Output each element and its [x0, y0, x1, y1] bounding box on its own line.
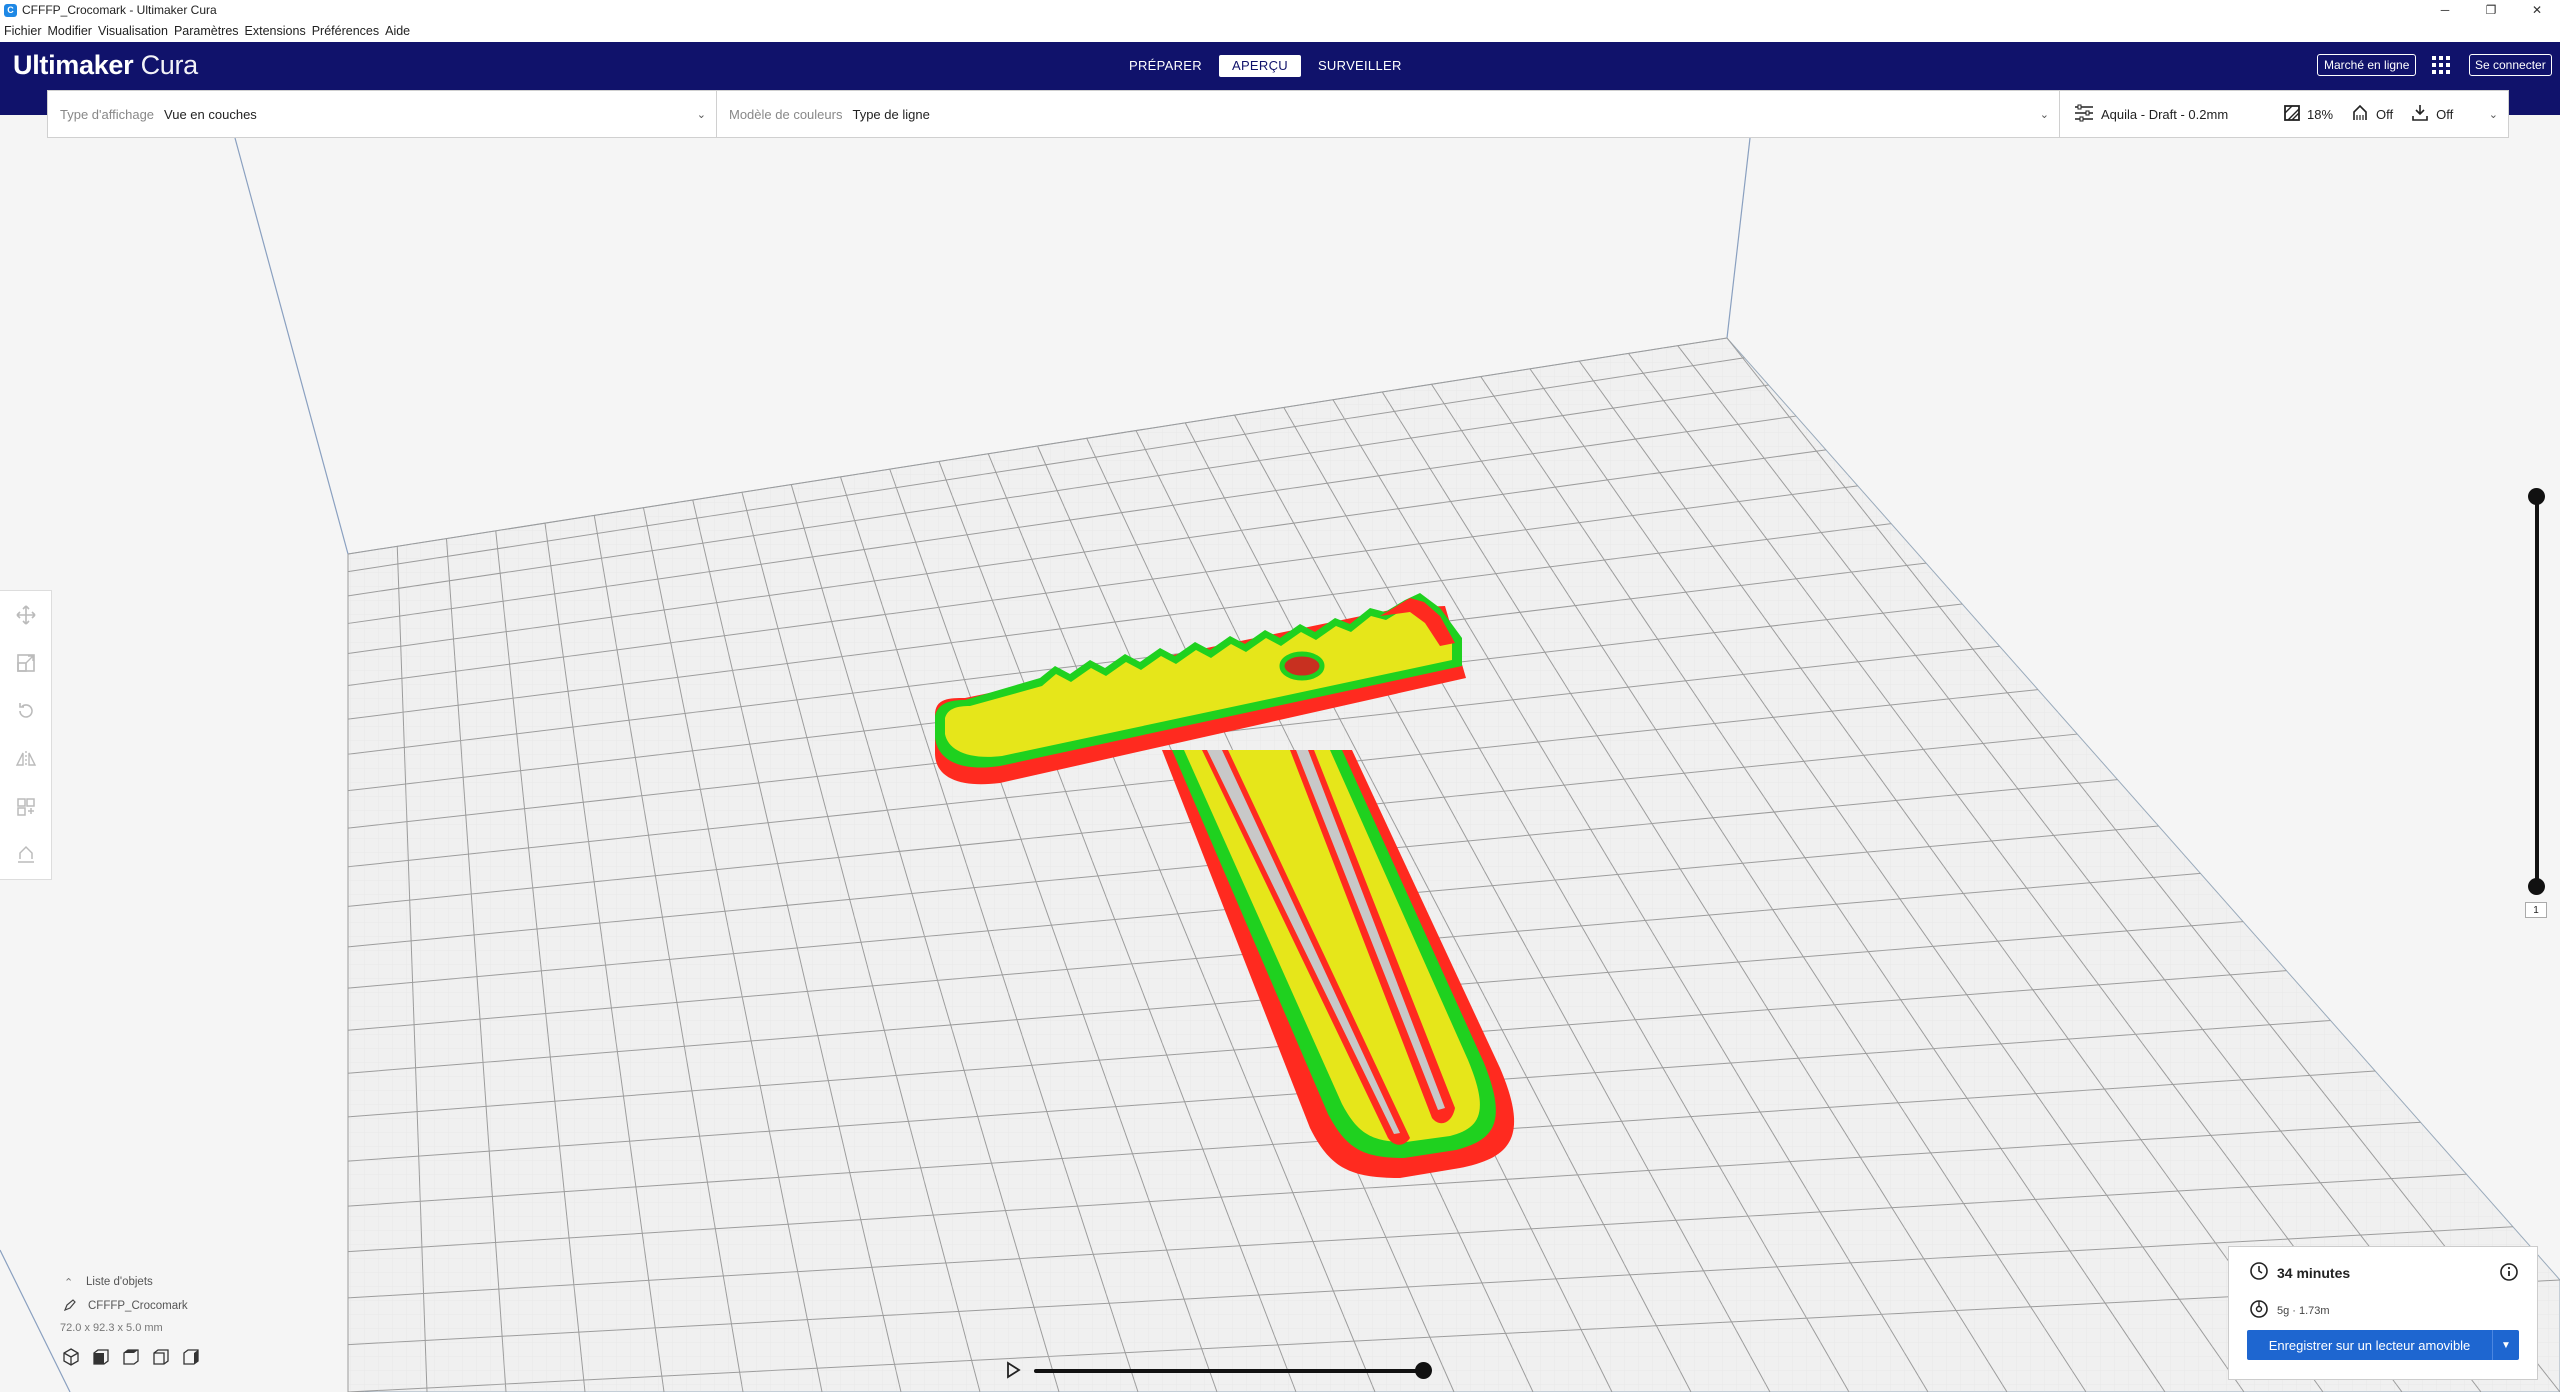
menu-bar: Fichier Modifier Visualisation Paramètre… — [0, 20, 2560, 42]
view-type-value: Vue en couches — [164, 106, 257, 122]
infill-value: 18% — [2307, 106, 2334, 122]
info-icon[interactable] — [2499, 1262, 2519, 1287]
view-left-icon[interactable] — [150, 1346, 172, 1368]
tool-bar — [0, 590, 52, 880]
color-scheme-label: Modèle de couleurs — [729, 106, 843, 122]
object-list-panel: ⌃ Liste d'objets CFFFP_Crocomark 72.0 x … — [60, 1270, 202, 1368]
print-job-panel: 34 minutes 5g · 1.73m Enregistrer sur un… — [2228, 1246, 2538, 1380]
camera-view-buttons — [60, 1346, 202, 1368]
restore-button[interactable]: ❐ — [2468, 0, 2514, 20]
print-time: 34 minutes — [2277, 1264, 2351, 1281]
support-value: Off — [2376, 106, 2394, 122]
view-3d-icon[interactable] — [60, 1346, 82, 1368]
chevron-down-icon[interactable]: ▼ — [2492, 1330, 2519, 1360]
support-icon — [2351, 104, 2369, 125]
window-title: CFFFP_Crocomark - Ultimaker Cura — [22, 3, 217, 17]
tab-preparer[interactable]: PRÉPARER — [1116, 55, 1215, 77]
layer-slider-track[interactable] — [2535, 496, 2539, 888]
menu-fichier[interactable]: Fichier — [0, 24, 45, 38]
mirror-icon[interactable] — [0, 735, 52, 783]
menu-visualisation[interactable]: Visualisation — [95, 24, 171, 38]
save-to-removable-drive-button[interactable]: Enregistrer sur un lecteur amovible ▼ — [2247, 1330, 2519, 1360]
menu-preferences[interactable]: Préférences — [309, 24, 382, 38]
build-plate-viewport[interactable] — [0, 138, 2560, 1392]
per-model-settings-icon[interactable] — [0, 783, 52, 831]
menu-parametres[interactable]: Paramètres — [171, 24, 242, 38]
menu-aide[interactable]: Aide — [382, 24, 413, 38]
color-scheme-value: Type de ligne — [852, 106, 930, 122]
layer-number-box[interactable]: 1 — [2525, 902, 2547, 918]
scale-icon[interactable] — [0, 639, 52, 687]
object-dimensions: 72.0 x 92.3 x 5.0 mm — [60, 1322, 163, 1334]
logo-brand: Ultimaker — [13, 50, 134, 80]
logo-product: Cura — [140, 50, 199, 80]
window-controls: ─ ❐ ✕ — [2422, 0, 2560, 20]
path-slider-handle[interactable] — [1415, 1362, 1432, 1379]
app-header: Ultimaker Cura PRÉPARER APERÇU SURVEILLE… — [0, 42, 2560, 90]
view-options-bar: Type d'affichage Vue en couches ⌄ Modèle… — [47, 90, 2509, 138]
color-scheme-dropdown[interactable]: Modèle de couleurs Type de ligne ⌄ — [717, 91, 2060, 137]
view-front-icon[interactable] — [90, 1346, 112, 1368]
cura-app-icon: C — [4, 3, 17, 17]
chevron-down-icon: ⌄ — [2039, 109, 2049, 121]
build-volume-edge — [234, 138, 349, 555]
pencil-icon — [63, 1298, 76, 1314]
view-type-dropdown[interactable]: Type d'affichage Vue en couches ⌄ — [48, 91, 717, 137]
support-blocker-icon[interactable] — [0, 831, 52, 879]
menu-extensions[interactable]: Extensions — [242, 24, 309, 38]
rotate-icon[interactable] — [0, 687, 52, 735]
layer-slider-upper-handle[interactable] — [2528, 488, 2545, 505]
build-volume-edge — [1726, 138, 1751, 339]
menu-modifier[interactable]: Modifier — [45, 24, 95, 38]
play-icon[interactable] — [1004, 1361, 1022, 1384]
profile-name: Aquila - Draft - 0.2mm — [2101, 106, 2229, 122]
adhesion-icon — [2411, 104, 2429, 125]
object-list-toggle[interactable]: ⌃ Liste d'objets — [60, 1270, 202, 1294]
adhesion-value: Off — [2436, 106, 2454, 122]
ultimaker-cura-logo: Ultimaker Cura — [13, 48, 198, 82]
marketplace-button[interactable]: Marché en ligne — [2317, 54, 2417, 76]
view-type-label: Type d'affichage — [60, 106, 155, 122]
settings-sliders-icon — [2074, 104, 2094, 125]
chevron-down-icon: ⌄ — [696, 109, 706, 121]
layer-slider-lower-handle[interactable] — [2528, 878, 2545, 895]
window-titlebar: C CFFFP_Crocomark - Ultimaker Cura ─ ❐ ✕ — [0, 0, 2560, 20]
chevron-up-icon: ⌃ — [64, 1276, 74, 1289]
apps-grid-icon[interactable] — [2432, 56, 2450, 74]
spool-icon — [2249, 1299, 2269, 1322]
material-usage: 5g · 1.73m — [2277, 1304, 2330, 1317]
infill-icon — [2284, 104, 2300, 124]
view-top-icon[interactable] — [120, 1346, 142, 1368]
build-plate — [347, 337, 2560, 1392]
stage-tabs: PRÉPARER APERÇU SURVEILLER — [1114, 55, 1417, 77]
close-button[interactable]: ✕ — [2514, 0, 2560, 20]
object-list-title: Liste d'objets — [86, 1276, 153, 1288]
object-list-item[interactable]: CFFFP_Crocomark — [60, 1294, 202, 1318]
tab-apercu[interactable]: APERÇU — [1218, 55, 1301, 77]
clock-icon — [2249, 1261, 2269, 1284]
move-icon[interactable] — [0, 591, 52, 639]
view-right-icon[interactable] — [180, 1346, 202, 1368]
tab-surveiller[interactable]: SURVEILLER — [1305, 55, 1415, 77]
print-settings-selector[interactable]: Aquila - Draft - 0.2mm 18% Off Off ⌄ — [2060, 91, 2508, 137]
object-name: CFFFP_Crocomark — [88, 1300, 188, 1312]
minimize-button[interactable]: ─ — [2422, 0, 2468, 20]
path-slider-track[interactable] — [1034, 1369, 1424, 1373]
chevron-down-icon: ⌄ — [2488, 109, 2498, 121]
save-button-label: Enregistrer sur un lecteur amovible — [2268, 1337, 2471, 1353]
signin-button[interactable]: Se connecter — [2469, 54, 2552, 76]
